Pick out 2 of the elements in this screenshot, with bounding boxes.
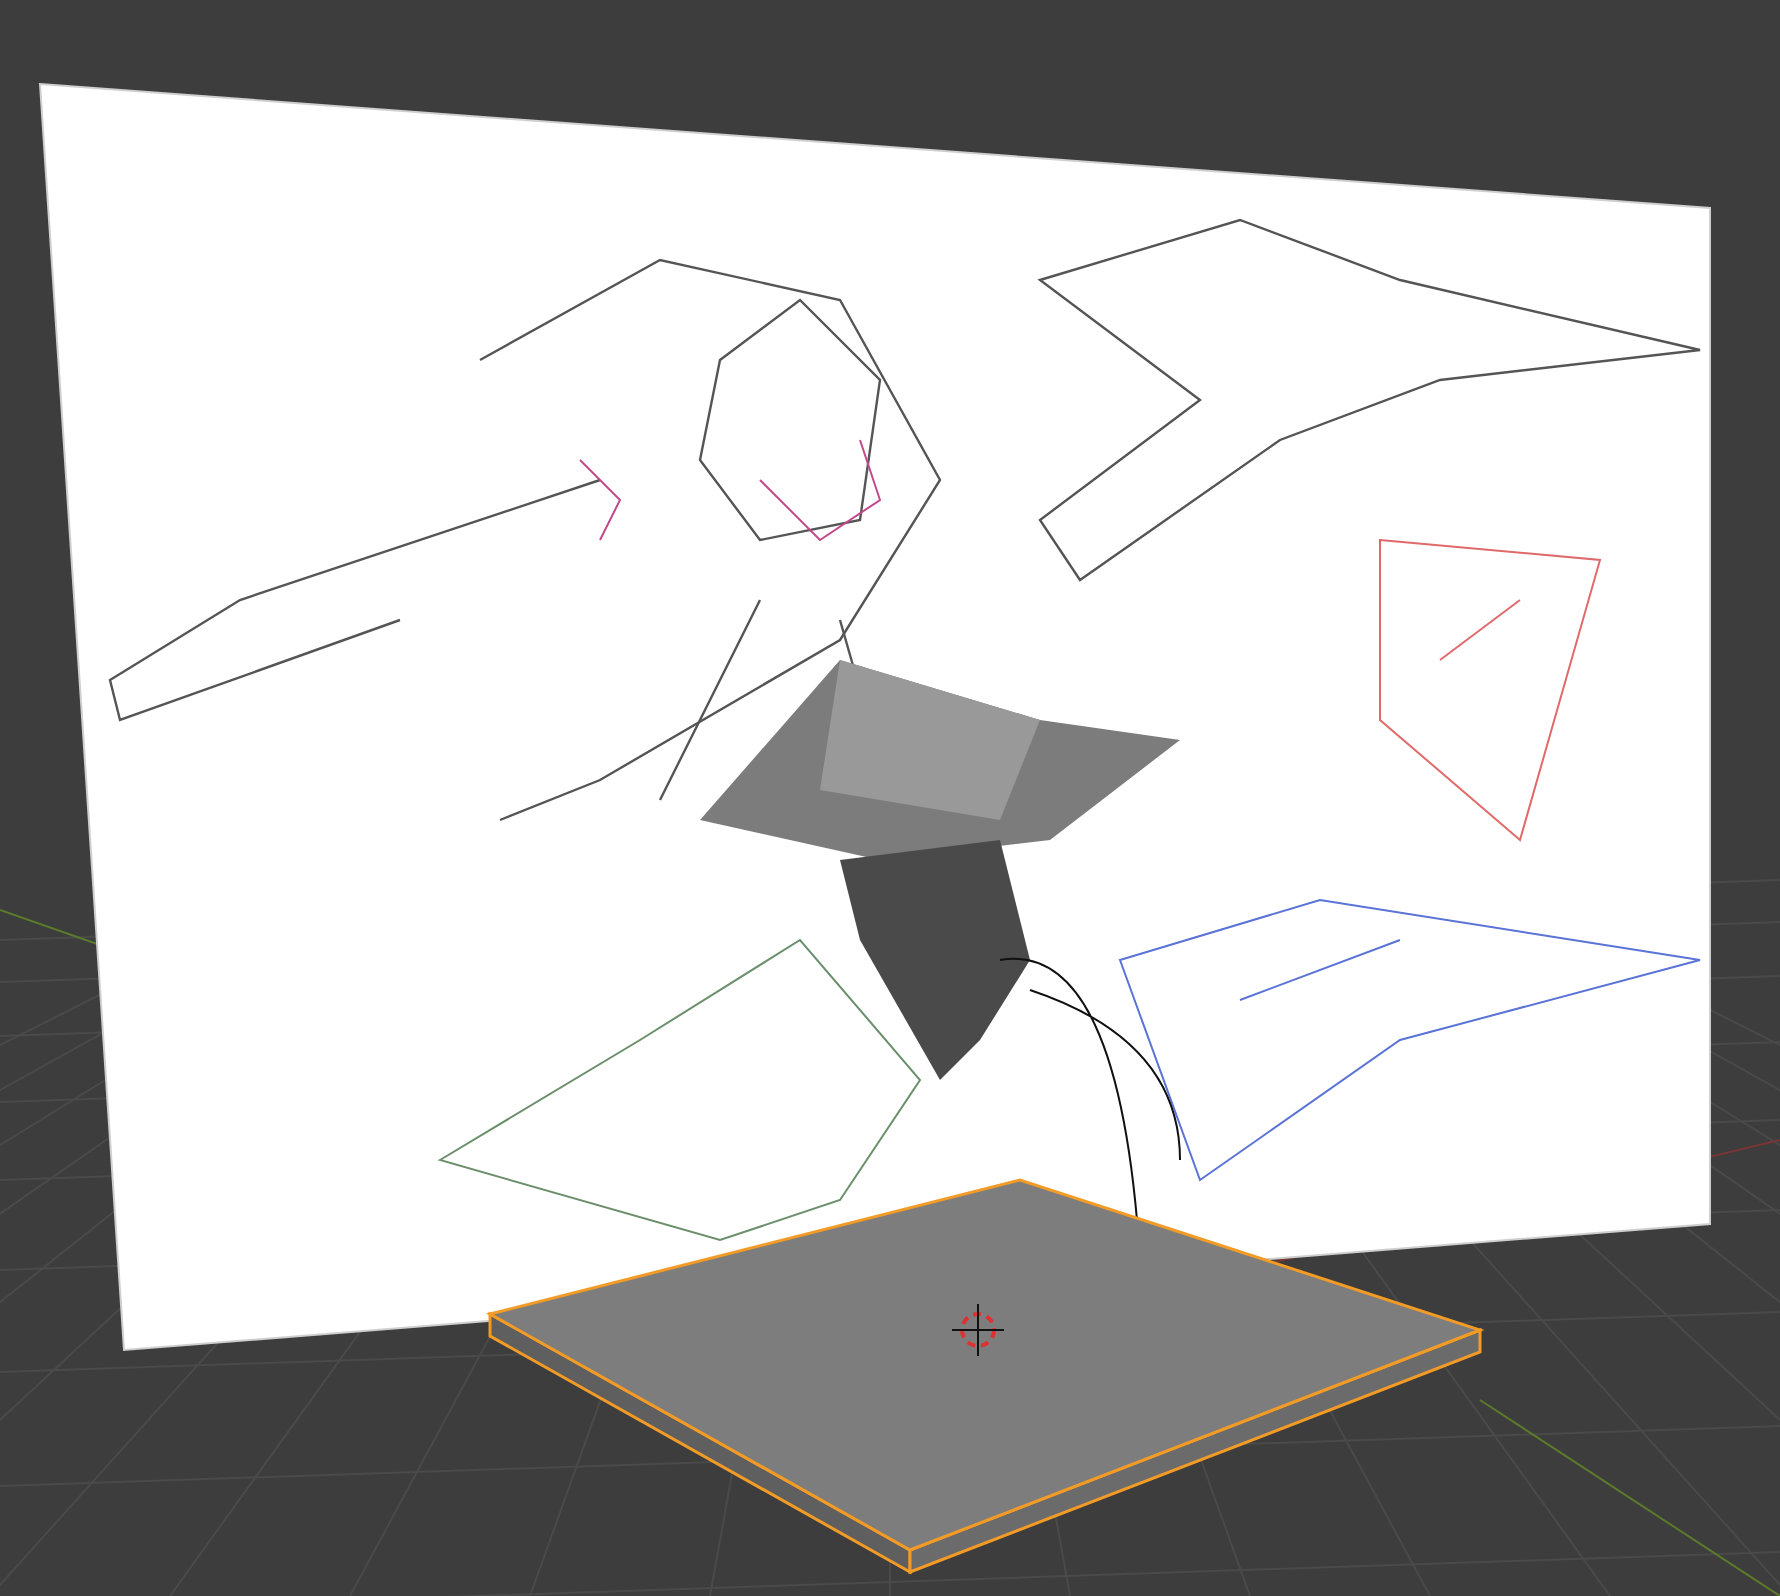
3d-cursor-icon [951,1303,1005,1357]
plane-object[interactable] [486,1178,1485,1575]
